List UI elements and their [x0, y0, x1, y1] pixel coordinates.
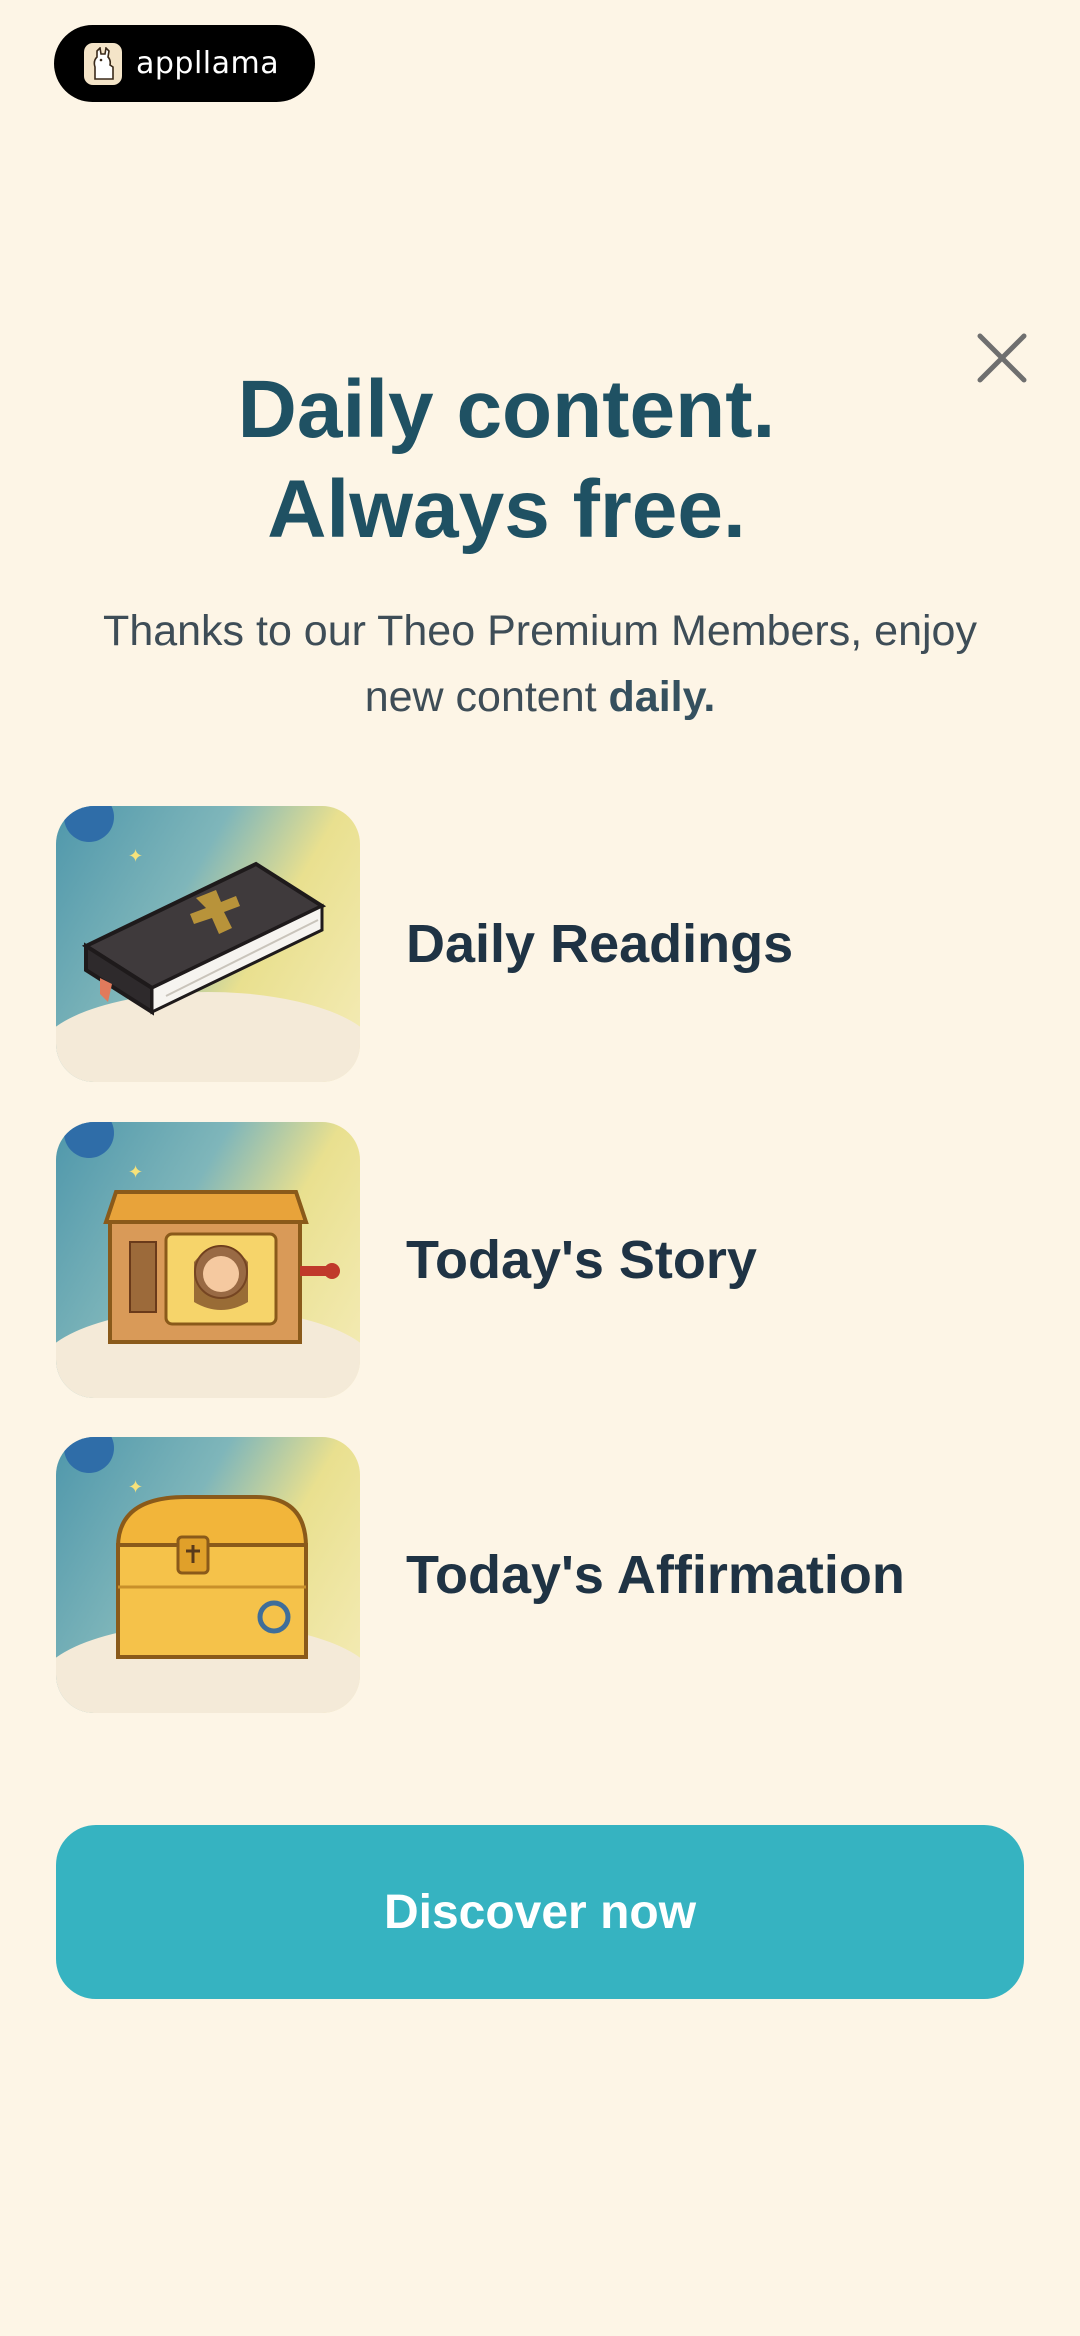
- bible-icon: ✦: [81, 846, 327, 1016]
- discover-now-button[interactable]: Discover now: [56, 1825, 1024, 1999]
- treasure-chest-icon: ✦: [115, 1477, 309, 1659]
- feature-label-daily-readings: Daily Readings: [406, 914, 794, 974]
- feature-todays-story: ✦ Today's Story: [56, 1122, 1036, 1398]
- headline: Daily content. Always free.: [0, 360, 1013, 560]
- headline-line-1: Daily content.: [237, 364, 776, 455]
- subtitle-bold: daily.: [608, 673, 716, 721]
- daily-readings-thumbnail: ✦: [56, 806, 360, 1082]
- llama-logo-icon: [84, 42, 122, 85]
- svg-text:✦: ✦: [128, 1477, 143, 1498]
- subtitle-text: Thanks to our Theo Premium Members, enjo…: [103, 607, 977, 721]
- discover-now-label: Discover now: [383, 1885, 697, 1939]
- subtitle: Thanks to our Theo Premium Members, enjo…: [60, 598, 1020, 730]
- headline-line-2: Always free.: [267, 464, 746, 555]
- feature-daily-readings: ✦ Daily Readings: [56, 806, 1036, 1082]
- feature-label-todays-affirmation: Today's Affirmation: [406, 1545, 905, 1605]
- todays-story-thumbnail: ✦: [56, 1122, 360, 1398]
- feature-label-todays-story: Today's Story: [406, 1230, 757, 1290]
- feature-todays-affirmation: ✦ Today's Affirmation: [56, 1437, 1036, 1713]
- todays-affirmation-thumbnail: ✦: [56, 1437, 360, 1713]
- appllama-watermark: appllama: [54, 25, 315, 102]
- story-box-icon: ✦: [103, 1162, 340, 1344]
- svg-text:✦: ✦: [128, 1162, 143, 1183]
- svg-text:✦: ✦: [128, 846, 143, 867]
- brand-name: appllama: [136, 46, 280, 81]
